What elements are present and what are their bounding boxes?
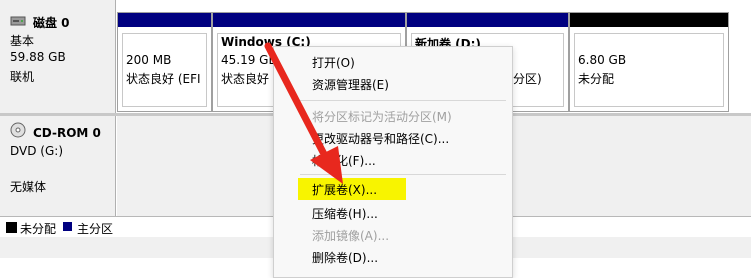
annotation-arrow [264, 42, 343, 184]
arrow-shaft [264, 42, 330, 162]
